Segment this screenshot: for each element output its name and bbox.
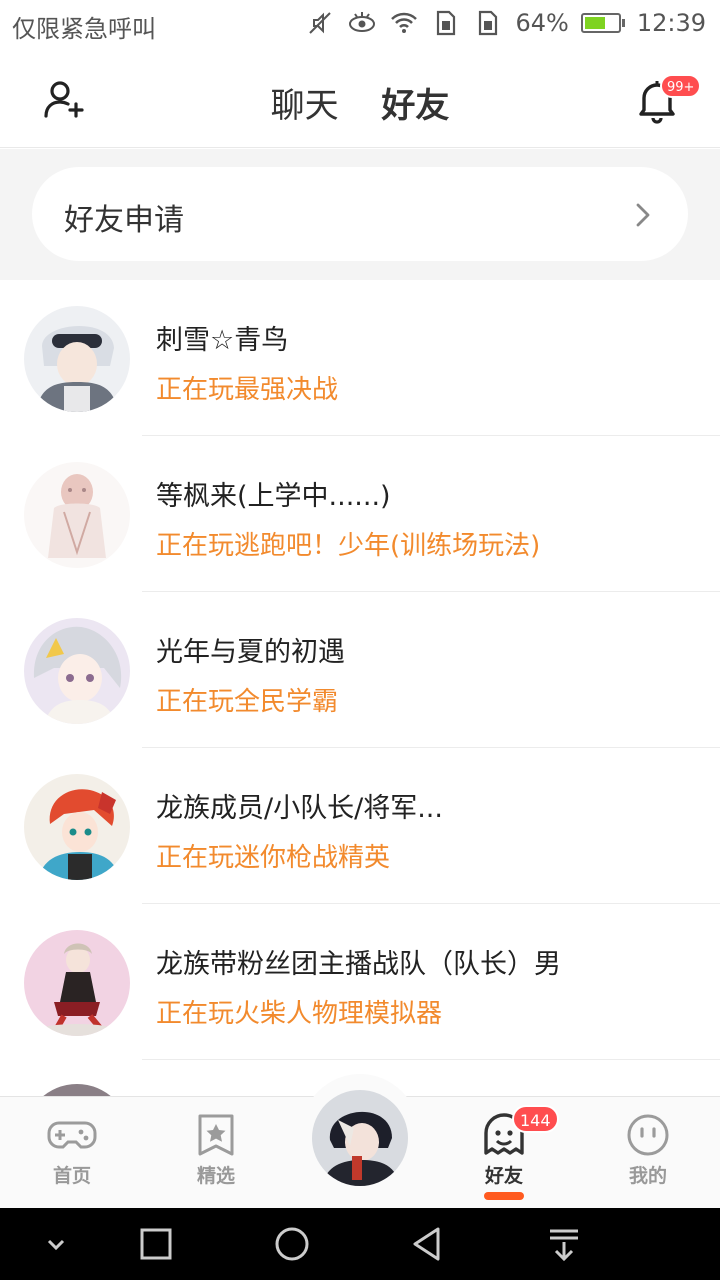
notification-pulldown-icon[interactable] bbox=[544, 1224, 584, 1264]
back-icon[interactable] bbox=[408, 1224, 448, 1264]
notification-badge: 99+ bbox=[660, 74, 702, 98]
clock: 12:39 bbox=[636, 9, 706, 37]
friend-request-label: 好友申请 bbox=[64, 203, 184, 238]
eye-icon bbox=[349, 12, 376, 32]
friend-row[interactable]: 光年与夏的初遇 正在玩全民学霸 bbox=[0, 592, 720, 748]
nav-friends-label: 好友 bbox=[484, 1165, 523, 1187]
friend-request-button[interactable]: 好友申请 bbox=[32, 167, 688, 261]
friend-status: 正在玩最强决战 bbox=[156, 375, 339, 405]
gamepad-icon bbox=[47, 1121, 97, 1149]
friend-name: 龙族成员/小队长/将军... bbox=[156, 793, 443, 824]
friend-name: 光年与夏的初遇 bbox=[156, 637, 345, 668]
friend-request-section: 好友申请 bbox=[0, 149, 720, 280]
friend-status: 正在玩逃跑吧！少年(训练场玩法) bbox=[156, 531, 541, 561]
battery-percent: 64% bbox=[515, 9, 569, 37]
friend-row[interactable]: 龙族带粉丝团主播战队（队长）男 正在玩火柴人物理模拟器 bbox=[0, 904, 720, 1060]
friend-row[interactable]: 龙族成员/小队长/将军... 正在玩迷你枪战精英 bbox=[0, 748, 720, 904]
top-header: 聊天 好友 99+ bbox=[0, 50, 720, 161]
battery-icon bbox=[580, 13, 625, 33]
recent-apps-icon[interactable] bbox=[136, 1224, 176, 1264]
friend-name: 龙族带粉丝团主播战队（队长）男 bbox=[156, 949, 561, 980]
active-nav-indicator bbox=[484, 1192, 524, 1200]
friend-avatar[interactable] bbox=[24, 618, 130, 724]
tab-chat[interactable]: 聊天 bbox=[271, 78, 339, 127]
nav-home-label: 首页 bbox=[52, 1165, 91, 1187]
nav-featured[interactable]: 精选 bbox=[166, 1113, 266, 1188]
friends-list: 刺雪☆青鸟 正在玩最强决战 等枫来(上学中......) 正在玩逃跑吧！少年(训… bbox=[0, 280, 720, 1190]
friend-avatar[interactable] bbox=[24, 462, 130, 568]
friend-name: 等枫来(上学中......) bbox=[156, 481, 391, 512]
friend-avatar[interactable] bbox=[24, 774, 130, 880]
friend-avatar[interactable] bbox=[24, 306, 130, 412]
chevron-right-icon bbox=[636, 203, 650, 227]
nav-friends[interactable]: 144 好友 bbox=[454, 1105, 559, 1200]
star-bookmark-icon bbox=[198, 1114, 234, 1156]
friends-badge: 144 bbox=[512, 1105, 559, 1133]
carrier-text: 仅限紧急呼叫 bbox=[12, 15, 156, 43]
friend-avatar[interactable] bbox=[24, 930, 130, 1036]
nav-me-label: 我的 bbox=[628, 1165, 667, 1187]
tab-friends[interactable]: 好友 bbox=[381, 78, 450, 161]
profile-avatar[interactable] bbox=[312, 1090, 408, 1186]
status-bar: 仅限紧急呼叫 64% 12:39 bbox=[0, 0, 720, 50]
header-tabs: 聊天 好友 bbox=[0, 78, 720, 161]
friend-row[interactable]: 等枫来(上学中......) 正在玩逃跑吧！少年(训练场玩法) bbox=[0, 436, 720, 592]
mute-icon bbox=[309, 12, 332, 34]
friend-row[interactable]: 刺雪☆青鸟 正在玩最强决战 bbox=[0, 280, 720, 436]
friend-status: 正在玩迷你枪战精英 bbox=[156, 843, 391, 873]
sim-icon bbox=[479, 10, 498, 36]
friend-status: 正在玩全民学霸 bbox=[156, 687, 339, 717]
nav-me[interactable]: 我的 bbox=[598, 1113, 698, 1188]
sim-icon bbox=[437, 10, 456, 36]
friend-name: 刺雪☆青鸟 bbox=[156, 325, 289, 356]
nav-featured-label: 精选 bbox=[196, 1165, 235, 1187]
wifi-icon bbox=[391, 12, 418, 33]
face-icon bbox=[627, 1114, 669, 1156]
friend-status: 正在玩火柴人物理模拟器 bbox=[156, 999, 443, 1029]
tab-friends-label: 好友 bbox=[381, 86, 450, 126]
system-navigation-bar bbox=[0, 1208, 720, 1280]
home-icon[interactable] bbox=[272, 1224, 312, 1264]
chevron-down-icon[interactable] bbox=[36, 1224, 76, 1264]
nav-home[interactable]: 首页 bbox=[22, 1113, 122, 1188]
